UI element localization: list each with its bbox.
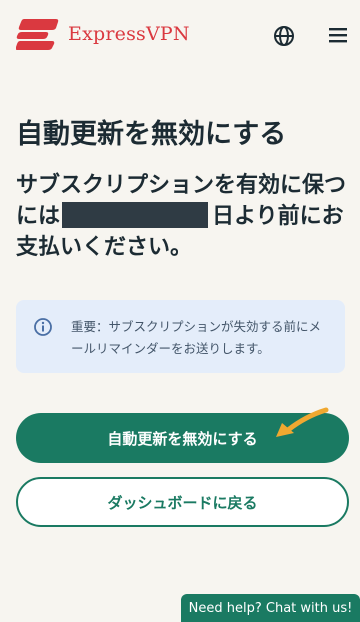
reminder-info-box: 重要：サブスクリプションが失効する前にメールリマインダーをお送りします。 (16, 300, 345, 373)
annotation-arrow-icon (276, 407, 329, 437)
info-icon (34, 318, 52, 336)
menu-button[interactable] (327, 25, 349, 45)
info-text: 重要：サブスクリプションが失効する前にメールリマインダーをお送りします。 (71, 319, 322, 356)
brand-name: ExpressVPN (68, 23, 190, 45)
redacted-date (62, 202, 209, 228)
globe-icon (274, 26, 294, 46)
brand-logo[interactable]: ExpressVPN (16, 17, 190, 51)
page-title: 自動更新を無効にする (16, 119, 287, 150)
language-button[interactable] (272, 24, 296, 48)
hamburger-menu-icon (329, 28, 347, 43)
chat-support-button[interactable]: Need help? Chat with us! (181, 594, 360, 622)
expressvpn-logo-icon (16, 19, 59, 50)
back-to-dashboard-button[interactable]: ダッシュボードに戻る (16, 477, 349, 527)
subscription-subtitle: サブスクリプションを有効に保つには 日より前にお支払いください。 (16, 170, 346, 263)
top-header: ExpressVPN (0, 0, 360, 70)
